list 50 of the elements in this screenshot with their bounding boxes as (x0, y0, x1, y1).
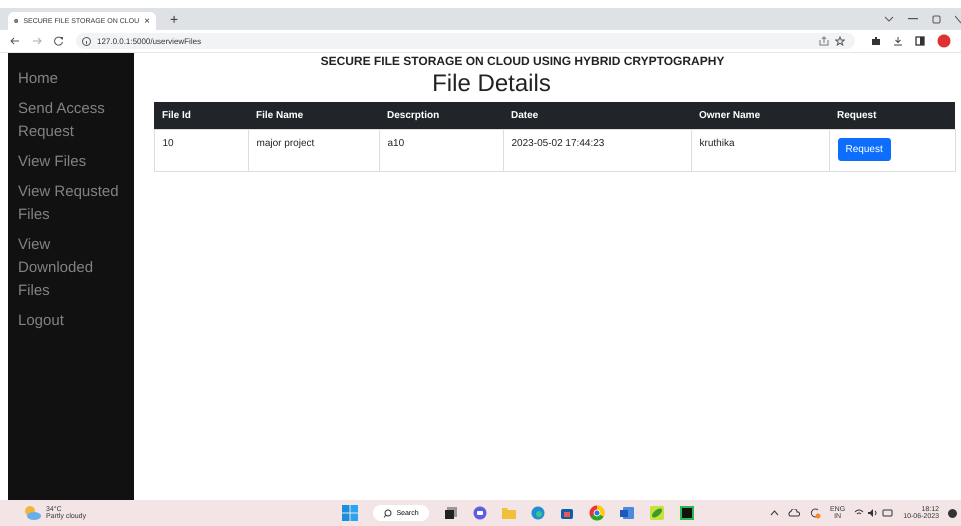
table-cell: major project (248, 130, 379, 172)
cloud-icon[interactable] (788, 509, 800, 517)
sync-icon[interactable] (809, 507, 822, 519)
wifi-volume-battery-icon[interactable] (854, 508, 894, 518)
chevron-up-icon[interactable] (770, 510, 780, 516)
sidebar-link[interactable]: Home (18, 67, 58, 90)
pea-pod-icon[interactable] (648, 505, 665, 521)
site-header: SECURE FILE STORAGE ON CLOUD USING HYBRID CRYPTOGRAPHY (320, 54, 724, 68)
notification-icon[interactable] (948, 508, 957, 518)
info-icon (82, 36, 91, 46)
minimize-icon[interactable] (908, 18, 918, 20)
new-tab-button[interactable]: + (170, 11, 178, 27)
chrome-icon[interactable] (588, 505, 605, 521)
task-view-icon[interactable] (444, 506, 458, 520)
search-icon (383, 508, 392, 518)
edge-browser-icon[interactable] (530, 506, 545, 520)
close-tab-button[interactable]: × (144, 16, 150, 26)
word-icon[interactable] (620, 506, 634, 520)
chat-icon[interactable] (472, 506, 487, 520)
maximize-icon[interactable] (932, 14, 941, 24)
star-icon[interactable] (835, 36, 845, 46)
back-icon[interactable] (10, 36, 20, 46)
request-button[interactable]: Request (838, 138, 891, 161)
column-header: Request (829, 102, 955, 130)
table-cell: kruthika (691, 130, 829, 172)
column-header: Datee (503, 102, 691, 130)
chevron-down-icon[interactable] (884, 16, 894, 22)
column-header: File Name (248, 102, 379, 130)
windows-start-icon[interactable] (342, 505, 358, 521)
partly-cloudy-icon (22, 505, 42, 521)
profile-avatar-icon[interactable] (937, 34, 951, 48)
sidebar-link[interactable]: View Downloded Files (18, 233, 122, 302)
sidebar-link[interactable]: View Files (18, 150, 86, 173)
sidebar-icon[interactable] (915, 36, 925, 46)
column-header: File Id (154, 102, 248, 130)
reload-icon[interactable] (54, 36, 64, 46)
sidebar-link[interactable]: View Requsted Files (18, 180, 122, 226)
column-header: Owner Name (691, 102, 829, 130)
sidebar-link[interactable]: Logout (18, 309, 64, 332)
table-cell: 10 (154, 130, 248, 172)
table-cell: 2023-05-02 17:44:23 (503, 130, 691, 172)
download-icon[interactable] (893, 36, 903, 46)
address-field[interactable]: 127.0.0.1:5000/userviewFiles (76, 33, 855, 49)
share-icon[interactable] (819, 36, 829, 46)
terminal-app-icon[interactable] (680, 506, 694, 520)
store-icon[interactable] (560, 506, 574, 520)
table-cell: a10 (379, 130, 503, 172)
sidebar-link[interactable]: Send Access Request (18, 97, 122, 143)
page-title: File Details (432, 70, 551, 98)
column-header: Descrption (379, 102, 503, 130)
